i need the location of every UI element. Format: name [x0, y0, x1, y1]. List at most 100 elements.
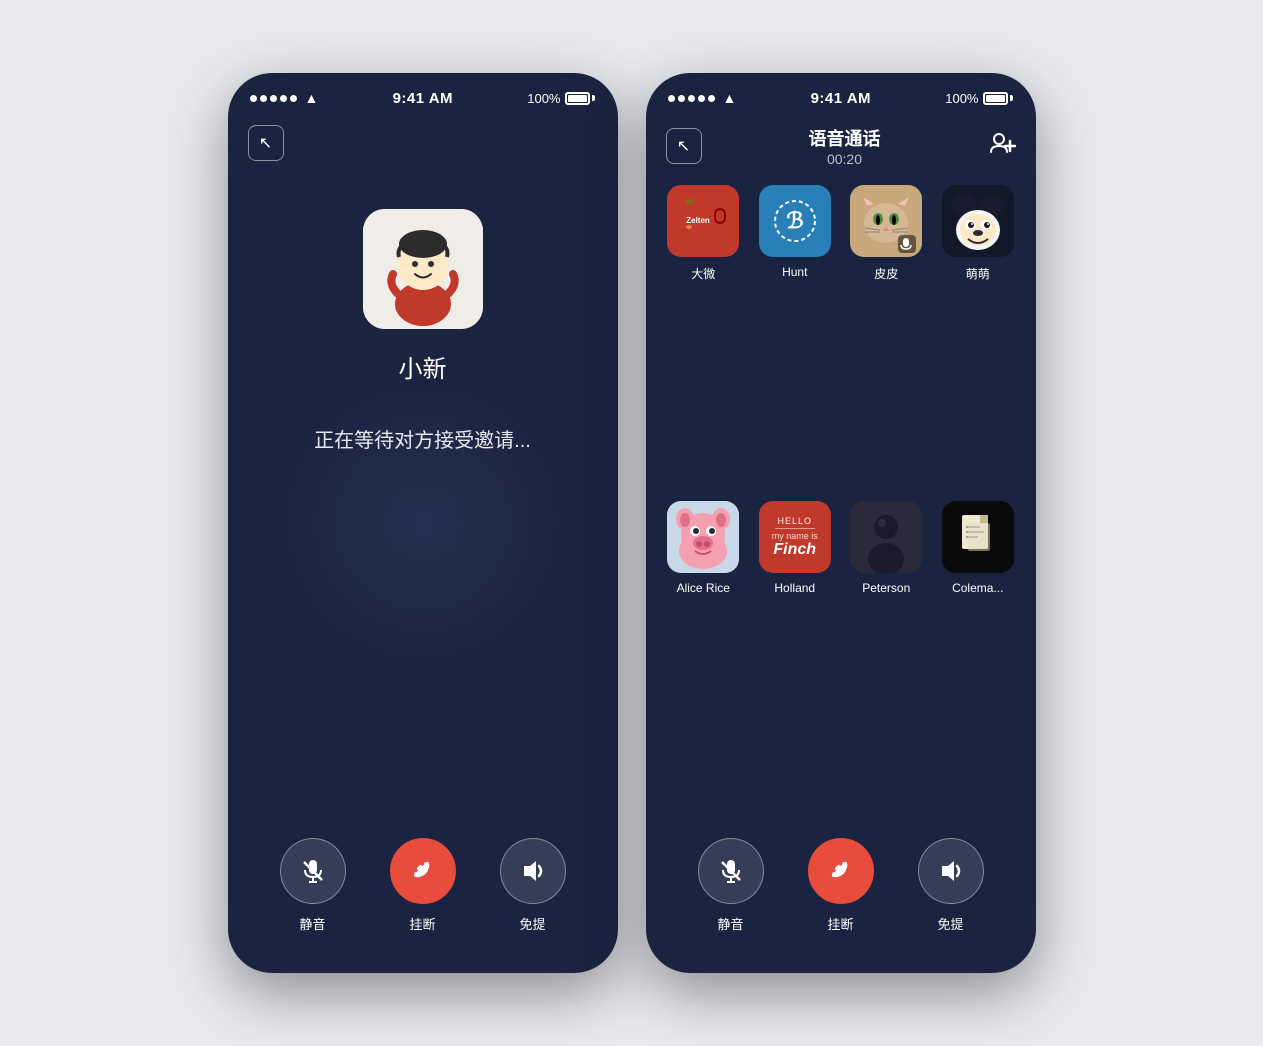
bottom-controls-right: 静音 挂断 免提	[646, 818, 1036, 973]
left-phone: ▲ 9:41 AM 100% ↖	[228, 73, 618, 973]
mute-label-right: 静音	[717, 914, 743, 933]
name-hunt: Hunt	[782, 265, 807, 279]
name-peterson: Peterson	[862, 581, 910, 595]
finch-line	[775, 528, 815, 529]
nav-icon-btn-left[interactable]: ↖	[248, 125, 284, 161]
dot1	[250, 95, 257, 102]
status-time-right: 9:41 AM	[811, 90, 871, 107]
battery-icon-right	[983, 92, 1013, 105]
svg-text:ℬ: ℬ	[786, 208, 803, 233]
name-coleman: Colema...	[952, 581, 1003, 595]
add-person-button[interactable]	[988, 129, 1016, 163]
cat-svg	[850, 185, 922, 257]
waiting-text: 正在等待对方接受邀请...	[314, 424, 531, 453]
wifi-icon: ▲	[305, 90, 319, 106]
speaker-label-right: 免提	[937, 914, 963, 933]
avatar-coleman[interactable]	[942, 501, 1014, 573]
battery-icon	[565, 92, 595, 105]
finch-hello: HELLO	[777, 516, 812, 526]
avatar-svg	[363, 209, 483, 329]
nav-bar-left: ↖	[228, 117, 618, 169]
dot3	[270, 95, 277, 102]
call-duration: 00:20	[809, 151, 881, 167]
finch-card: HELLO my name is Finch	[759, 501, 831, 573]
right-phone: ▲ 9:41 AM 100% ↖ 语音通话 00:20	[646, 73, 1036, 973]
avatar-mengmeng[interactable]	[942, 185, 1014, 257]
name-alice: Alice Rice	[677, 581, 730, 595]
speaker-button-right[interactable]	[918, 838, 984, 904]
wifi-icon-right: ▲	[723, 90, 737, 106]
cursor-icon-right: ↖	[677, 136, 690, 156]
dot5	[290, 95, 297, 102]
mug-svg: Zelten	[673, 191, 733, 251]
hangup-icon	[408, 856, 438, 886]
speaker-button[interactable]	[500, 838, 566, 904]
name-pipi: 皮皮	[874, 265, 898, 282]
nav-icon-btn-right[interactable]: ↖	[666, 128, 702, 164]
speaker-label: 免提	[519, 914, 545, 933]
nav-title-block: 语音通话 00:20	[809, 125, 881, 167]
bottom-controls-left: 静音 挂断 免提	[228, 818, 618, 973]
avatar-peterson[interactable]	[850, 501, 922, 573]
speaker-icon-right	[937, 857, 965, 885]
mute-control-right: 静音	[698, 838, 764, 933]
hangup-label-right: 挂断	[827, 914, 853, 933]
hunt-svg: ℬ	[765, 191, 825, 251]
participant-pipi: 皮皮	[849, 185, 925, 485]
battery-body	[565, 92, 590, 105]
name-mengmeng: 萌萌	[966, 265, 990, 282]
mic-icon-right	[717, 857, 745, 885]
participant-mengmeng: 萌萌	[940, 185, 1016, 485]
mute-label: 静音	[299, 914, 325, 933]
battery-percent: 100%	[527, 91, 560, 106]
participants-grid: Zelten 大微 ℬ Hunt	[646, 175, 1036, 818]
cartoon-svg	[942, 185, 1014, 257]
battery-area-right: 100%	[945, 91, 1013, 106]
call-title: 语音通话	[809, 125, 881, 151]
pig-svg	[667, 501, 739, 573]
contact-name: 小新	[399, 349, 447, 384]
hangup-control: 挂断	[390, 838, 456, 933]
speaker-icon	[519, 857, 547, 885]
avatar-holland[interactable]: HELLO my name is Finch	[759, 501, 831, 573]
hangup-button-right[interactable]	[808, 838, 874, 904]
left-main-content: 小新 正在等待对方接受邀请...	[228, 169, 618, 818]
participant-peterson: Peterson	[849, 501, 925, 798]
coleman-svg	[942, 501, 1014, 573]
participant-holland: HELLO my name is Finch Holland	[757, 501, 833, 798]
mic-icon	[299, 857, 327, 885]
name-dawei: 大微	[691, 265, 715, 282]
battery-fill	[568, 95, 587, 102]
contact-avatar	[363, 209, 483, 329]
battery-percent-right: 100%	[945, 91, 978, 106]
hangup-button[interactable]	[390, 838, 456, 904]
participant-coleman: Colema...	[940, 501, 1016, 798]
avatar-dawei[interactable]: Zelten	[667, 185, 739, 257]
finch-name: Finch	[773, 541, 816, 559]
signal-area: ▲	[250, 90, 319, 106]
hangup-icon-right	[826, 856, 856, 886]
dot2	[260, 95, 267, 102]
add-person-icon	[988, 129, 1016, 157]
dot4	[280, 95, 287, 102]
hangup-control-right: 挂断	[808, 838, 874, 933]
mute-button-right[interactable]	[698, 838, 764, 904]
signal-dots-right	[668, 95, 715, 102]
hangup-label: 挂断	[409, 914, 435, 933]
mute-control: 静音	[280, 838, 346, 933]
svg-text:Zelten: Zelten	[686, 216, 710, 225]
mute-button[interactable]	[280, 838, 346, 904]
status-time: 9:41 AM	[393, 90, 453, 107]
status-bar-right: ▲ 9:41 AM 100%	[646, 73, 1036, 117]
avatar-alice[interactable]	[667, 501, 739, 573]
name-holland: Holland	[774, 581, 815, 595]
speaker-control: 免提	[500, 838, 566, 933]
cursor-icon: ↖	[259, 133, 272, 153]
avatar-hunt[interactable]: ℬ	[759, 185, 831, 257]
avatar-pipi[interactable]	[850, 185, 922, 257]
participant-dawei: Zelten 大微	[666, 185, 742, 485]
nav-bar-right: ↖ 语音通话 00:20	[646, 117, 1036, 175]
finch-my-name: my name is	[772, 531, 818, 541]
speaker-control-right: 免提	[918, 838, 984, 933]
battery-tip	[592, 95, 595, 101]
